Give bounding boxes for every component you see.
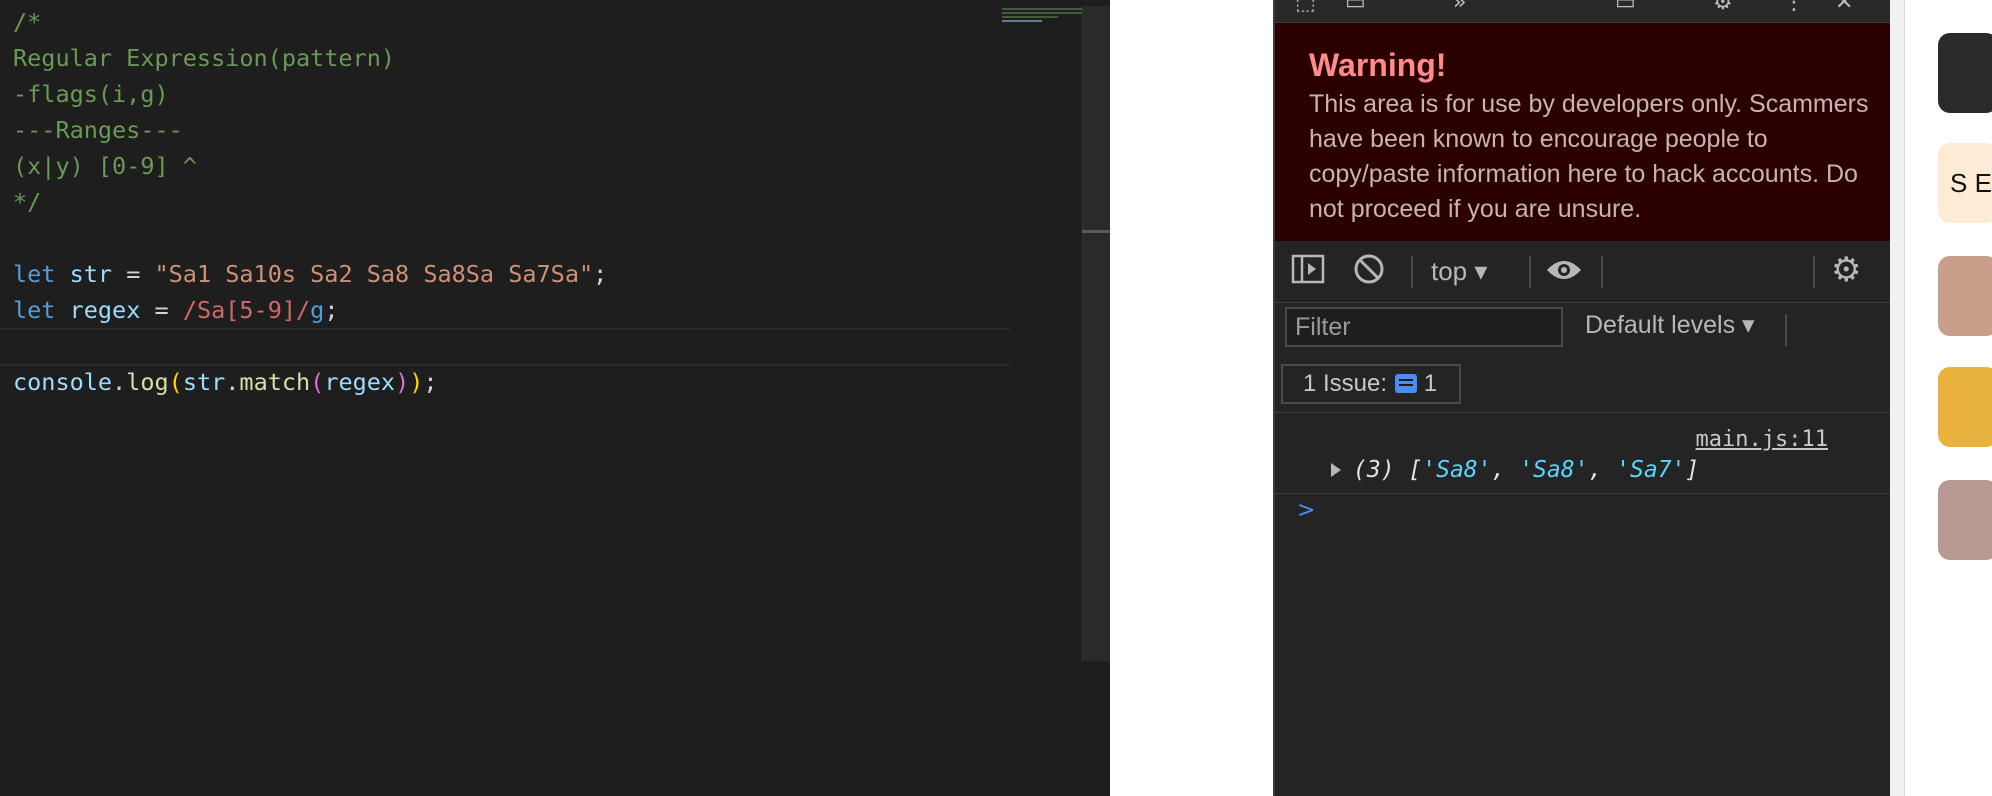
code-line[interactable] bbox=[0, 328, 1011, 366]
issue-message-icon bbox=[1395, 374, 1418, 393]
warning-text: This area is for use by developers only.… bbox=[1309, 90, 1869, 223]
code-token: regex bbox=[69, 296, 141, 324]
code-token: = bbox=[140, 296, 183, 324]
editor-scrollbar[interactable] bbox=[1082, 6, 1111, 661]
issues-count: 1 bbox=[1423, 370, 1438, 397]
code-token: let bbox=[13, 296, 56, 324]
device-toggle-icon[interactable]: ▭ bbox=[1345, 0, 1366, 15]
code-token: . bbox=[112, 368, 127, 396]
code-token: log bbox=[126, 368, 169, 396]
code-token: . bbox=[225, 368, 240, 396]
sidebar-toggle-icon[interactable] bbox=[1291, 254, 1325, 289]
avatar[interactable] bbox=[1938, 33, 1992, 113]
avatar-initials[interactable]: S E bbox=[1938, 143, 1992, 223]
code-line[interactable]: let str = "Sa1 Sa10s Sa2 Sa8 Sa8Sa Sa7Sa… bbox=[13, 256, 607, 292]
minimap[interactable] bbox=[1002, 6, 1082, 30]
inspect-icon[interactable]: ⬚ bbox=[1295, 0, 1316, 15]
code-editor[interactable]: /* Regular Expression(pattern) -flags(i,g)… bbox=[0, 0, 1111, 796]
code-token: console bbox=[13, 368, 113, 396]
context-selector[interactable]: top ▾ bbox=[1431, 256, 1487, 287]
settings-icon[interactable]: ⚙ bbox=[1713, 0, 1733, 15]
code-token: ; bbox=[324, 296, 339, 324]
code-token: ) bbox=[409, 368, 424, 396]
levels-label: Default levels bbox=[1585, 311, 1736, 339]
toolbar-divider bbox=[1601, 256, 1603, 288]
console-settings-icon[interactable]: ⚙ bbox=[1831, 250, 1861, 290]
filter-input[interactable] bbox=[1285, 307, 1563, 347]
more-tabs-icon[interactable]: » bbox=[1453, 0, 1466, 15]
avatar[interactable] bbox=[1938, 256, 1992, 336]
console-prompt[interactable]: > bbox=[1297, 498, 1315, 523]
close-icon[interactable]: ✕ bbox=[1835, 0, 1853, 15]
code-line[interactable]: -flags(i,g) bbox=[13, 76, 607, 112]
avatar[interactable] bbox=[1938, 480, 1992, 560]
console-log-entry: main.js:11 (3) ['Sa8', 'Sa8', 'Sa7'] bbox=[1275, 413, 1892, 494]
more-menu-icon[interactable]: ⋮ bbox=[1783, 0, 1805, 15]
code-token: -flags(i,g) bbox=[13, 80, 169, 108]
array-item: 'Sa8' bbox=[1519, 457, 1589, 483]
expand-arrow-icon[interactable] bbox=[1331, 463, 1341, 477]
code-token: (x|y) [0-9] ^ bbox=[13, 152, 197, 180]
array-item: 'Sa8' bbox=[1422, 457, 1492, 483]
issues-row: 1 Issue: 1 bbox=[1275, 358, 1892, 413]
code-line[interactable]: ---Ranges--- bbox=[13, 112, 607, 148]
code-token: let bbox=[13, 260, 56, 288]
warning-title: Warning! bbox=[1309, 47, 1447, 83]
live-expression-eye-icon[interactable] bbox=[1545, 256, 1583, 289]
code-token: ; bbox=[423, 368, 438, 396]
issues-tab-icon[interactable]: ▭ bbox=[1615, 0, 1636, 15]
array-item: 'Sa7' bbox=[1616, 457, 1686, 483]
code-line[interactable] bbox=[13, 220, 607, 256]
code-token: ( bbox=[168, 368, 183, 396]
code-line[interactable]: let regex = /Sa[5-9]/g; bbox=[13, 292, 607, 328]
code-token: /* bbox=[13, 8, 42, 36]
code-area[interactable]: /* Regular Expression(pattern) -flags(i,g)… bbox=[0, 4, 1011, 400]
code-token: /Sa[5-9]/ bbox=[182, 296, 311, 324]
self-xss-warning: Warning! This area is for use by develop… bbox=[1275, 23, 1892, 241]
code-token: ---Ranges--- bbox=[13, 116, 183, 144]
page-scrollbar[interactable] bbox=[1890, 0, 1905, 796]
code-token: Regular Expression(pattern) bbox=[13, 44, 396, 72]
toolbar-divider bbox=[1785, 314, 1787, 346]
code-line[interactable]: /* bbox=[13, 4, 607, 40]
log-levels-dropdown[interactable]: Default levels ▾ bbox=[1585, 310, 1755, 340]
array-count: (3) bbox=[1353, 457, 1395, 483]
devtools-panel: ⬚ ▭ » ▭ ⚙ ⋮ ✕ Warning! This area is for … bbox=[1273, 0, 1892, 796]
console-toolbar: top ▾ ⚙ bbox=[1275, 242, 1892, 303]
code-token: match bbox=[239, 368, 311, 396]
toolbar-divider bbox=[1411, 256, 1413, 288]
issues-button[interactable]: 1 Issue: 1 bbox=[1281, 364, 1461, 404]
code-token: str bbox=[182, 368, 226, 396]
code-token: regex bbox=[324, 368, 396, 396]
code-token: = bbox=[112, 260, 155, 288]
toolbar-divider bbox=[1813, 256, 1815, 288]
code-token: */ bbox=[13, 188, 42, 216]
devtools-tabbar: ⬚ ▭ » ▭ ⚙ ⋮ ✕ bbox=[1275, 0, 1892, 23]
log-array-value[interactable]: (3) ['Sa8', 'Sa8', 'Sa7'] bbox=[1331, 457, 1699, 483]
page-side-strip: S E bbox=[1890, 0, 1992, 796]
code-token: g bbox=[310, 296, 325, 324]
toolbar-divider bbox=[1529, 256, 1531, 288]
code-line[interactable]: console.log(str.match(regex)); bbox=[13, 364, 607, 400]
code-line[interactable]: */ bbox=[13, 184, 607, 220]
avatar[interactable] bbox=[1938, 367, 1992, 447]
code-token: ) bbox=[395, 368, 410, 396]
code-line[interactable]: Regular Expression(pattern) bbox=[13, 40, 607, 76]
code-token: ( bbox=[310, 368, 325, 396]
context-label: top bbox=[1431, 256, 1468, 286]
code-token: ; bbox=[593, 260, 608, 288]
issues-label: 1 Issue: bbox=[1303, 370, 1388, 397]
code-line[interactable]: (x|y) [0-9] ^ bbox=[13, 148, 607, 184]
log-source-link[interactable]: main.js:11 bbox=[1696, 427, 1828, 452]
code-token: "Sa1 Sa10s Sa2 Sa8 Sa8Sa Sa7Sa" bbox=[154, 260, 594, 288]
code-token: str bbox=[69, 260, 113, 288]
clear-console-icon[interactable] bbox=[1353, 253, 1385, 290]
filter-row: Default levels ▾ bbox=[1275, 302, 1892, 358]
scrollbar-thumb[interactable] bbox=[1082, 230, 1110, 233]
